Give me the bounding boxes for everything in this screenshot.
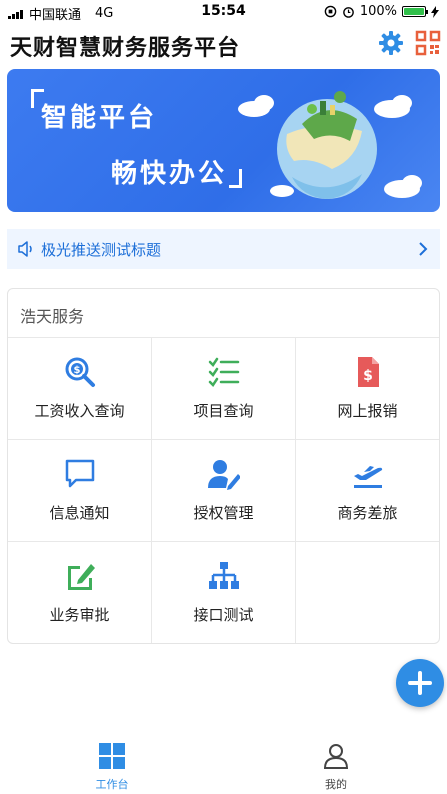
service-project-query[interactable]: 项目查询 — [152, 338, 296, 439]
service-label: 工资收入查询 — [34, 402, 125, 420]
service-online-reimbursement[interactable]: $ 网上报销 — [296, 338, 439, 439]
service-label: 项目查询 — [193, 402, 254, 420]
banner-line1: 智能平台 — [41, 103, 158, 133]
service-interface-test[interactable]: 接口测试 — [152, 542, 296, 643]
tab-bar: 工作台 我的 — [0, 733, 447, 794]
promo-banner[interactable]: 智能平台 畅快办公 — [7, 69, 440, 212]
service-business-travel[interactable]: 商务差旅 — [296, 440, 439, 541]
service-label: 网上报销 — [337, 402, 398, 420]
empty-cell — [296, 542, 439, 643]
services-panel: 浩天服务 $ 工资收入查询 项目查询 $ 网上报销 信息通知 授权管理 商务差旅… — [7, 288, 440, 644]
svg-text:$: $ — [363, 368, 373, 384]
gear-icon[interactable] — [378, 30, 404, 56]
speaker-icon — [18, 241, 32, 257]
service-authorization[interactable]: 授权管理 — [152, 440, 296, 541]
service-label: 信息通知 — [49, 504, 110, 522]
user-icon — [323, 744, 349, 769]
section-title: 浩天服务 — [20, 307, 85, 326]
service-label: 授权管理 — [193, 504, 254, 522]
app-header: 天财智慧财务服务平台 — [0, 24, 447, 64]
svg-text:$: $ — [73, 365, 80, 376]
sitemap-icon — [208, 562, 239, 589]
orientation-lock-icon — [324, 5, 337, 18]
charging-icon — [431, 5, 439, 18]
plane-icon — [353, 466, 382, 488]
services-grid: $ 工资收入查询 项目查询 $ 网上报销 信息通知 授权管理 商务差旅 业务审批… — [8, 337, 439, 643]
page-title: 天财智慧财务服务平台 — [10, 36, 241, 61]
tab-workbench[interactable]: 工作台 — [72, 743, 152, 792]
globe-illustration — [238, 91, 422, 199]
checklist-icon — [208, 357, 239, 387]
tab-label: 工作台 — [95, 778, 129, 791]
status-bar: 中国联通 4G 15:54 100% — [0, 0, 447, 24]
banner-line2: 畅快办公 — [111, 159, 228, 189]
alarm-icon — [342, 7, 354, 18]
edit-square-icon — [67, 564, 95, 590]
tab-mine[interactable]: 我的 — [296, 743, 376, 792]
service-label: 业务审批 — [49, 606, 110, 624]
notice-text: 极光推送测试标题 — [41, 241, 162, 259]
qr-code-icon[interactable] — [415, 30, 441, 56]
user-edit-icon — [207, 460, 240, 490]
service-salary-query[interactable]: $ 工资收入查询 — [8, 338, 152, 439]
service-notifications[interactable]: 信息通知 — [8, 440, 152, 541]
dollar-document-icon: $ — [357, 357, 379, 387]
battery-icon — [402, 6, 428, 17]
service-label: 接口测试 — [193, 606, 254, 624]
tab-label: 我的 — [325, 778, 347, 791]
service-label: 商务差旅 — [337, 504, 398, 522]
add-button[interactable] — [396, 659, 444, 707]
chevron-right-icon — [419, 242, 428, 256]
grid-icon — [99, 743, 125, 769]
battery-percent: 100% — [359, 4, 397, 19]
message-icon — [65, 459, 94, 488]
notice-bar[interactable]: 极光推送测试标题 — [7, 229, 440, 269]
salary-search-icon: $ — [65, 357, 95, 387]
service-business-approval[interactable]: 业务审批 — [8, 542, 152, 643]
